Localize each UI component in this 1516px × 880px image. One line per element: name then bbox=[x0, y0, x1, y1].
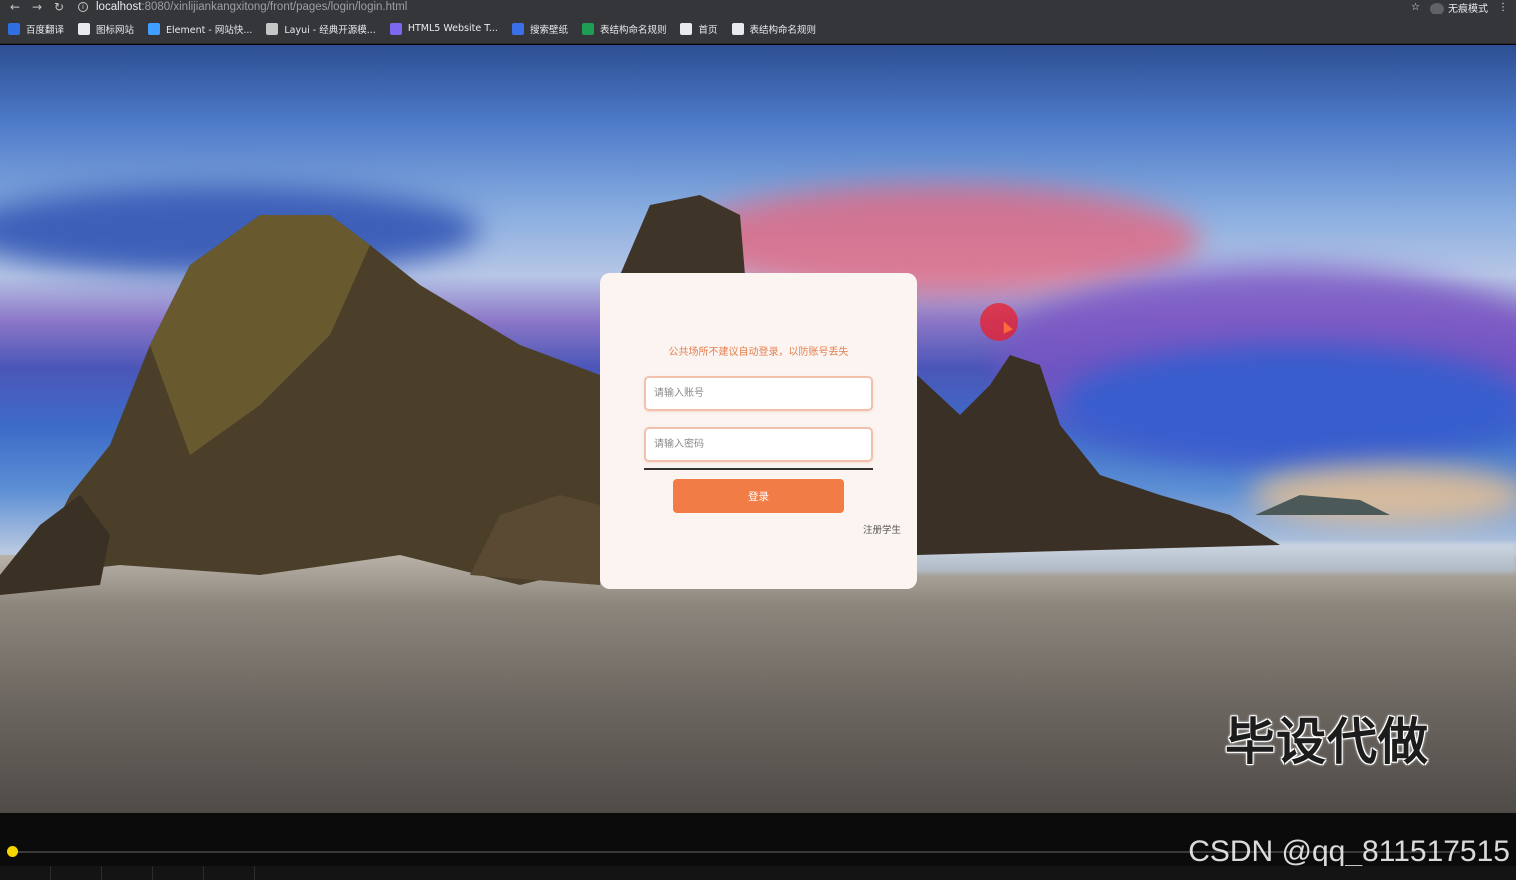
baidu-translate-icon bbox=[8, 22, 20, 35]
bookmark-item[interactable]: Layui - 经典开源模... bbox=[266, 22, 376, 36]
html5-template-icon bbox=[389, 22, 402, 35]
incognito-icon bbox=[1430, 2, 1444, 15]
control-cell[interactable] bbox=[102, 866, 153, 880]
bookmark-label: 百度翻译 bbox=[26, 24, 65, 36]
globe-icon bbox=[731, 22, 744, 35]
bookmark-label: 图标网站 bbox=[96, 24, 135, 36]
bookmark-item[interactable]: 图标网站 bbox=[78, 22, 134, 36]
account-input[interactable] bbox=[644, 376, 873, 411]
progress-knob[interactable] bbox=[7, 846, 18, 857]
control-cell[interactable] bbox=[51, 866, 102, 880]
wallpaper-icon bbox=[511, 22, 524, 35]
site-info-icon[interactable]: i bbox=[78, 2, 88, 12]
address-bar-actions: ☆ 无痕模式 ⋮ bbox=[1411, 0, 1508, 15]
url-host: localhost bbox=[96, 1, 142, 13]
globe-icon bbox=[680, 22, 693, 35]
incognito-label: 无痕模式 bbox=[1448, 3, 1488, 15]
bookmark-item[interactable]: HTML5 Website T... bbox=[389, 22, 498, 35]
incognito-indicator[interactable]: 无痕模式 bbox=[1430, 0, 1488, 15]
login-button[interactable]: 登录 bbox=[673, 479, 844, 513]
bookmark-label: 搜索壁纸 bbox=[529, 24, 568, 36]
register-student-link[interactable]: 注册学生 bbox=[863, 522, 901, 536]
bookmark-label: HTML5 Website T... bbox=[407, 23, 498, 34]
bookmark-item[interactable]: 搜索壁纸 bbox=[511, 22, 568, 36]
bookmark-item[interactable]: 表结构命名规则 bbox=[581, 22, 667, 36]
bookmark-label: 表结构命名规则 bbox=[599, 24, 667, 36]
bookmark-label: Layui - 经典开源模... bbox=[284, 24, 376, 36]
control-cell[interactable] bbox=[153, 866, 204, 880]
element-icon bbox=[148, 22, 161, 35]
address-bar: ← → ↻ i localhost:8080/xinlijiankangxito… bbox=[0, 0, 1516, 15]
promo-watermark: 毕设代做 bbox=[1225, 713, 1429, 771]
login-tip: 公共场所不建议自动登录，以防账号丢失 bbox=[668, 347, 849, 358]
bookmarks-bar: 百度翻译 图标网站 Element - 网站快... Layui - 经典开源模...… bbox=[0, 14, 1516, 44]
control-cell[interactable] bbox=[204, 866, 255, 880]
bookmark-star-icon[interactable]: ☆ bbox=[1411, 2, 1420, 13]
bookmark-label: 表结构命名规则 bbox=[749, 24, 817, 36]
browser-menu-icon[interactable]: ⋮ bbox=[1498, 2, 1508, 13]
input-divider bbox=[644, 468, 873, 470]
url-path: :8080/xinlijiankangxitong/front/pages/lo… bbox=[141, 1, 408, 13]
bookmark-label: 首页 bbox=[698, 24, 718, 36]
url-field[interactable]: localhost:8080/xinlijiankangxitong/front… bbox=[96, 0, 407, 14]
bookmark-item[interactable]: Element - 网站快... bbox=[148, 22, 252, 36]
forward-icon[interactable]: → bbox=[26, 0, 48, 14]
cursor-highlight bbox=[980, 303, 1018, 341]
video-player-bar: CSDN @qq_811517515 bbox=[0, 813, 1516, 880]
control-cell[interactable] bbox=[0, 866, 51, 880]
bookmark-item[interactable]: 百度翻译 bbox=[8, 22, 64, 36]
csdn-watermark: CSDN @qq_811517515 bbox=[1188, 835, 1510, 868]
layui-icon bbox=[266, 22, 279, 35]
bookmark-item[interactable]: 首页 bbox=[680, 22, 718, 36]
bookmark-label: Element - 网站快... bbox=[166, 24, 253, 36]
flag-icon bbox=[78, 22, 91, 35]
player-controls bbox=[0, 866, 1516, 880]
doc-icon bbox=[581, 22, 594, 35]
login-page-background: 公共场所不建议自动登录，以防账号丢失 登录 注册学生 毕设代做 bbox=[0, 45, 1516, 813]
reload-icon[interactable]: ↻ bbox=[48, 0, 70, 14]
password-input[interactable] bbox=[644, 427, 873, 462]
login-card: 公共场所不建议自动登录，以防账号丢失 登录 注册学生 bbox=[600, 273, 917, 589]
bookmark-item[interactable]: 表结构命名规则 bbox=[731, 22, 817, 36]
back-icon[interactable]: ← bbox=[4, 0, 26, 14]
